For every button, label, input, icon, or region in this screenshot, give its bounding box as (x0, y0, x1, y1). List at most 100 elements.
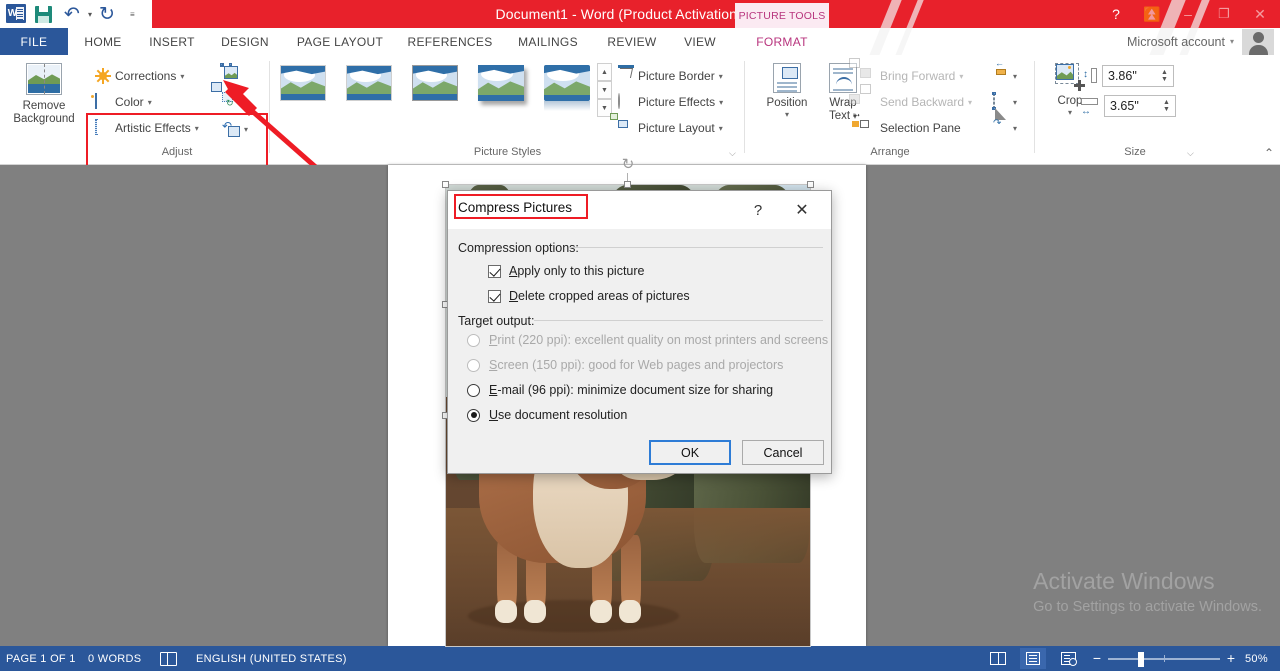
read-mode-view-button[interactable] (985, 648, 1011, 669)
chevron-down-icon: ▾ (194, 123, 199, 133)
shape-width-value: 3.65" (1110, 99, 1139, 113)
shape-height-spinner[interactable]: ▲ ▼ (1159, 68, 1170, 84)
selection-pane-button[interactable]: ➳ Selection Pane (852, 111, 961, 139)
chevron-down-icon: ▾ (180, 71, 185, 81)
zoom-slider-thumb[interactable] (1138, 652, 1144, 667)
remove-background-button[interactable]: Remove Background (8, 63, 80, 126)
target-print-220-radio[interactable]: Print (220 ppi): excellent quality on mo… (467, 333, 828, 347)
ok-button[interactable]: OK (649, 440, 731, 465)
gallery-scroll-down-button[interactable]: ▼ (597, 81, 612, 99)
apply-only-to-this-picture-checkbox[interactable]: Apply only to this picture (488, 264, 645, 278)
dialog-title-bar: Compress Pictures ? ✕ (448, 191, 831, 229)
checkbox-icon[interactable] (488, 264, 501, 278)
artistic-effects-icon (95, 119, 111, 136)
word-count[interactable]: 0 WORDS (88, 646, 141, 671)
compression-options-label: Compression options: (458, 241, 579, 255)
undo-icon[interactable]: ↶ (64, 4, 84, 24)
resize-handle-top-center[interactable] (624, 181, 631, 188)
cancel-button[interactable]: Cancel (742, 440, 824, 465)
tab-view[interactable]: VIEW (672, 28, 728, 55)
radio-icon[interactable] (467, 358, 480, 372)
zoom-level[interactable]: 50% (1245, 646, 1268, 671)
delete-cropped-areas-checkbox[interactable]: Delete cropped areas of pictures (488, 289, 690, 303)
radio-icon[interactable] (467, 333, 480, 347)
picture-style-4[interactable] (478, 65, 524, 101)
artistic-effects-button[interactable]: Artistic Effects ▾ (95, 117, 199, 139)
resize-handle-top-left[interactable] (442, 181, 449, 188)
tab-file[interactable]: FILE (0, 28, 68, 55)
target-screen-150-label: Screen (150 ppi): good for Web pages and… (489, 358, 784, 372)
send-backward-button[interactable]: Send Backward ▾ (849, 84, 972, 113)
zoom-out-button[interactable]: − (1090, 650, 1104, 666)
save-icon[interactable] (35, 4, 55, 24)
radio-icon[interactable] (467, 408, 480, 422)
dialog-help-icon[interactable]: ? (747, 199, 769, 221)
gallery-scroll-up-button[interactable]: ▲ (597, 63, 612, 81)
target-screen-150-radio[interactable]: Screen (150 ppi): good for Web pages and… (467, 358, 783, 372)
tab-review[interactable]: REVIEW (598, 28, 666, 55)
target-use-document-resolution-radio[interactable]: Use document resolution (467, 408, 627, 422)
tab-home[interactable]: HOME (72, 28, 134, 55)
picture-border-button[interactable]: Picture Border ▾ (617, 65, 723, 87)
tab-format[interactable]: FORMAT (736, 28, 828, 55)
undo-dropdown-icon[interactable]: ▾ (88, 10, 92, 19)
shape-height-icon: ↕ (1083, 67, 1097, 85)
shape-width-input[interactable]: 3.65" ▲ ▼ (1104, 95, 1176, 117)
ribbon-group-picture-styles: ▲ ▼ ▼ Picture Border ▾ Picture Effects ▾… (270, 55, 745, 164)
bring-forward-button[interactable]: Bring Forward ▾ (849, 58, 963, 87)
corrections-button[interactable]: Corrections ▾ (95, 65, 184, 87)
picture-style-1[interactable] (280, 65, 326, 101)
picture-layout-button[interactable]: Picture Layout ▾ (610, 113, 723, 139)
tab-references[interactable]: REFERENCES (400, 28, 500, 55)
avatar[interactable] (1242, 29, 1274, 55)
zoom-in-button[interactable]: + (1224, 650, 1238, 666)
picture-style-2[interactable] (346, 65, 392, 101)
position-button[interactable]: Position ▾ (759, 63, 815, 119)
restore-icon[interactable]: ❐ (1206, 0, 1242, 28)
shape-height-input[interactable]: 3.86" ▲ ▼ (1102, 65, 1174, 87)
chevron-down-icon: ▾ (1013, 71, 1018, 81)
rotate-button[interactable]: ↷ ▾ (993, 108, 1017, 139)
spinner-up-icon[interactable]: ▲ (1161, 69, 1168, 76)
page-indicator[interactable]: PAGE 1 OF 1 (6, 646, 76, 671)
picture-styles-dialog-launcher[interactable]: ⌵ (729, 148, 739, 158)
chevron-down-icon: ▾ (718, 71, 723, 81)
proofing-status-icon[interactable] (160, 646, 177, 671)
redo-icon[interactable]: ↻ (99, 4, 119, 24)
checkbox-icon[interactable] (488, 289, 501, 303)
picture-style-3[interactable] (412, 65, 458, 101)
help-icon[interactable]: ? (1098, 0, 1134, 28)
account-menu[interactable]: Microsoft account ▾ (1127, 28, 1234, 55)
target-email-96-radio[interactable]: E-mail (96 ppi): minimize document size … (467, 383, 773, 397)
resize-handle-top-right[interactable] (807, 181, 814, 188)
spinner-down-icon[interactable]: ▼ (1161, 76, 1168, 83)
picture-style-5[interactable] (544, 65, 590, 111)
dialog-close-icon[interactable]: ✕ (791, 199, 813, 221)
rotate-handle[interactable]: ↻ (620, 157, 636, 173)
print-layout-view-button[interactable] (1020, 648, 1046, 669)
picture-effects-label: Picture Effects (638, 95, 716, 109)
color-button[interactable]: Color ▾ (95, 91, 152, 113)
shape-width-spinner[interactable]: ▲ ▼ (1161, 98, 1172, 114)
spinner-down-icon[interactable]: ▼ (1163, 106, 1170, 113)
radio-icon[interactable] (467, 383, 480, 397)
tab-page-layout[interactable]: PAGE LAYOUT (284, 28, 396, 55)
tab-design[interactable]: DESIGN (212, 28, 278, 55)
align-button[interactable]: ← ▾ (993, 59, 1018, 87)
chevron-down-icon: ▾ (719, 97, 724, 107)
picture-effects-button[interactable]: Picture Effects ▾ (618, 91, 723, 113)
size-dialog-launcher[interactable]: ⌵ (1187, 148, 1197, 158)
tab-mailings[interactable]: MAILINGS (504, 28, 592, 55)
tab-insert[interactable]: INSERT (140, 28, 204, 55)
chevron-down-icon: ▾ (147, 97, 152, 107)
web-layout-view-button[interactable] (1055, 648, 1081, 669)
chevron-down-icon: ▾ (718, 123, 723, 133)
reset-picture-button[interactable]: ↶ ▾ (222, 118, 248, 140)
collapse-ribbon-button[interactable]: ⌃ (1264, 146, 1274, 160)
close-icon[interactable]: ✕ (1242, 0, 1278, 28)
dialog-title: Compress Pictures (458, 200, 573, 215)
spinner-up-icon[interactable]: ▲ (1163, 99, 1170, 106)
language-indicator[interactable]: ENGLISH (UNITED STATES) (196, 646, 347, 671)
picture-border-label: Picture Border (638, 69, 715, 83)
customize-qat-icon[interactable]: ≡ (130, 10, 135, 19)
